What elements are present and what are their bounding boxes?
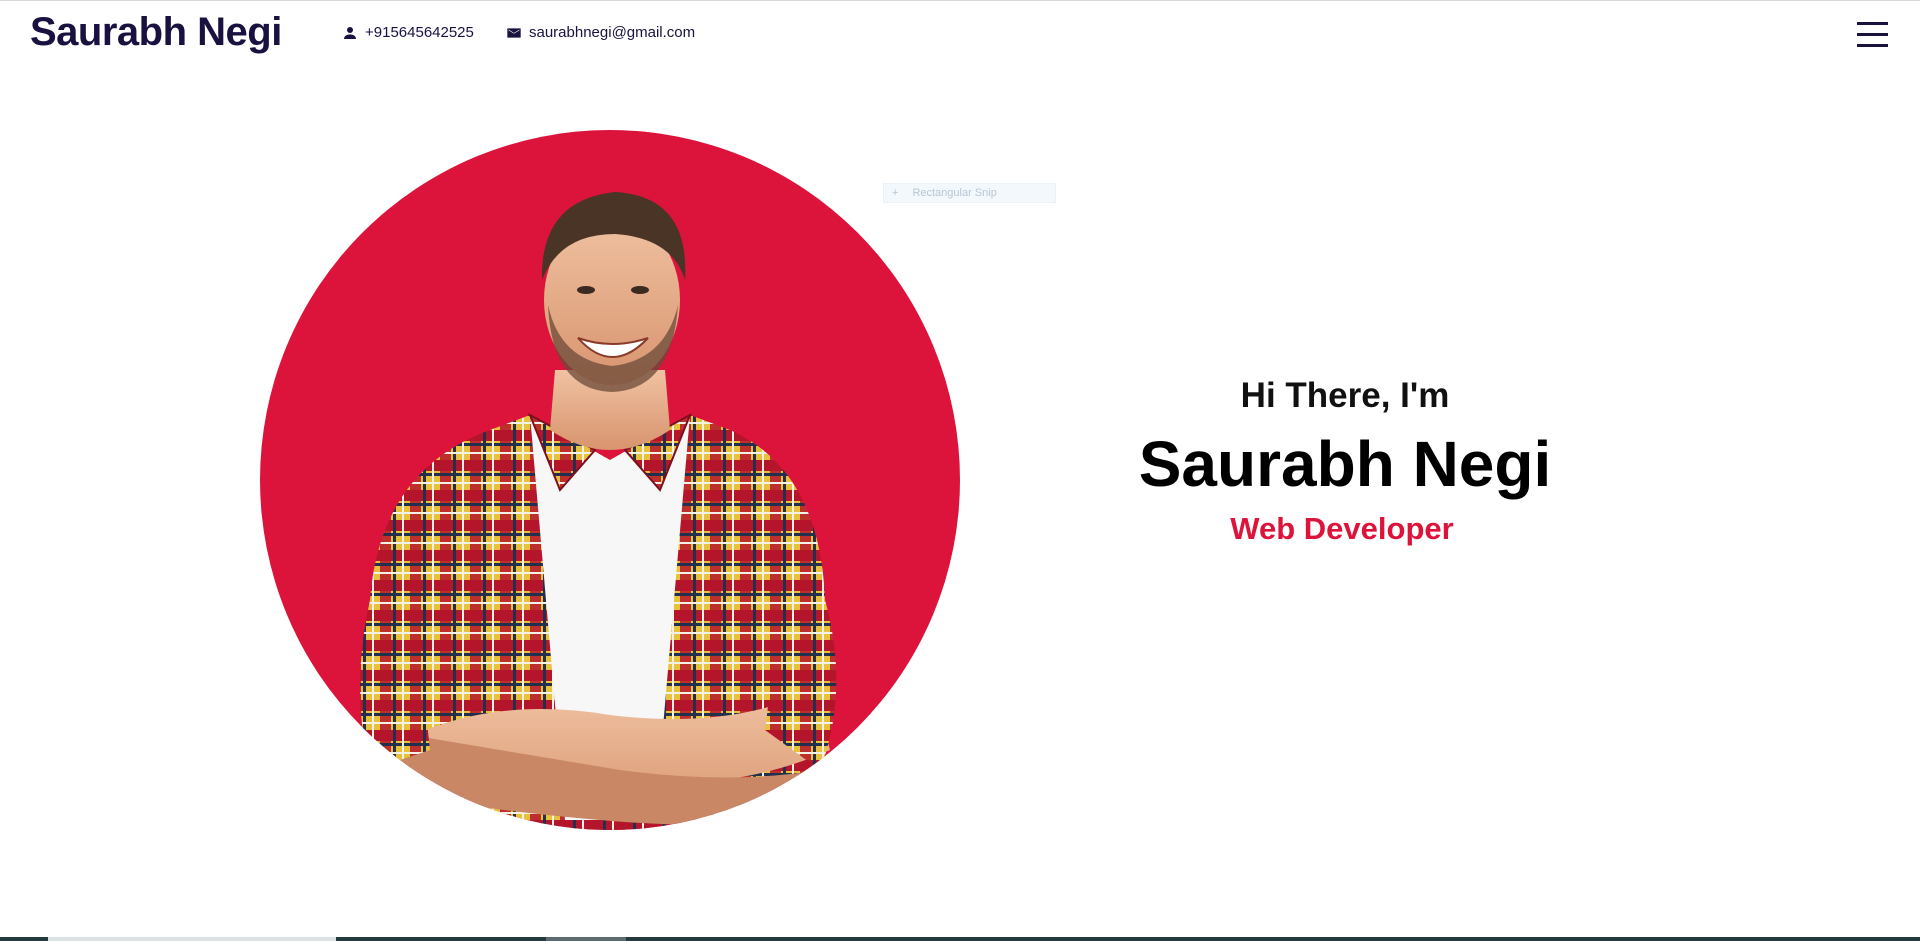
site-logo[interactable]: Saurabh Negi [30, 10, 282, 55]
phone-number: +915645642525 [365, 24, 474, 41]
scrollbar-thumb[interactable] [48, 937, 336, 941]
phone-contact[interactable]: +915645642525 [342, 24, 474, 41]
bottom-scrollbar[interactable] [0, 937, 1920, 941]
snip-label: Rectangular Snip [912, 187, 997, 199]
site-header: Saurabh Negi +915645642525 saurabhnegi@g… [0, 0, 1920, 70]
hero-intro: Hi There, I'm Saurabh Negi Web Developer [1100, 370, 1590, 552]
menu-bar [1857, 22, 1888, 25]
person-icon [344, 26, 356, 39]
hero-name: Saurabh Negi [1138, 428, 1552, 500]
profile-photo-illustration [355, 192, 837, 830]
scrollbar-segment [546, 937, 626, 941]
menu-bar [1857, 44, 1888, 47]
hero-role: Web Developer [1230, 511, 1454, 546]
rectangular-snip-overlay: + Rectangular Snip [883, 183, 1056, 203]
email-address: saurabhnegi@gmail.com [529, 24, 696, 41]
email-contact[interactable]: saurabhnegi@gmail.com [506, 24, 695, 41]
mail-icon [507, 27, 521, 38]
hero-greeting: Hi There, I'm [1240, 376, 1450, 415]
menu-bar [1857, 33, 1888, 36]
hamburger-menu-icon[interactable] [1855, 19, 1889, 49]
snip-add-icon: + [892, 187, 899, 199]
profile-photo [260, 130, 960, 830]
